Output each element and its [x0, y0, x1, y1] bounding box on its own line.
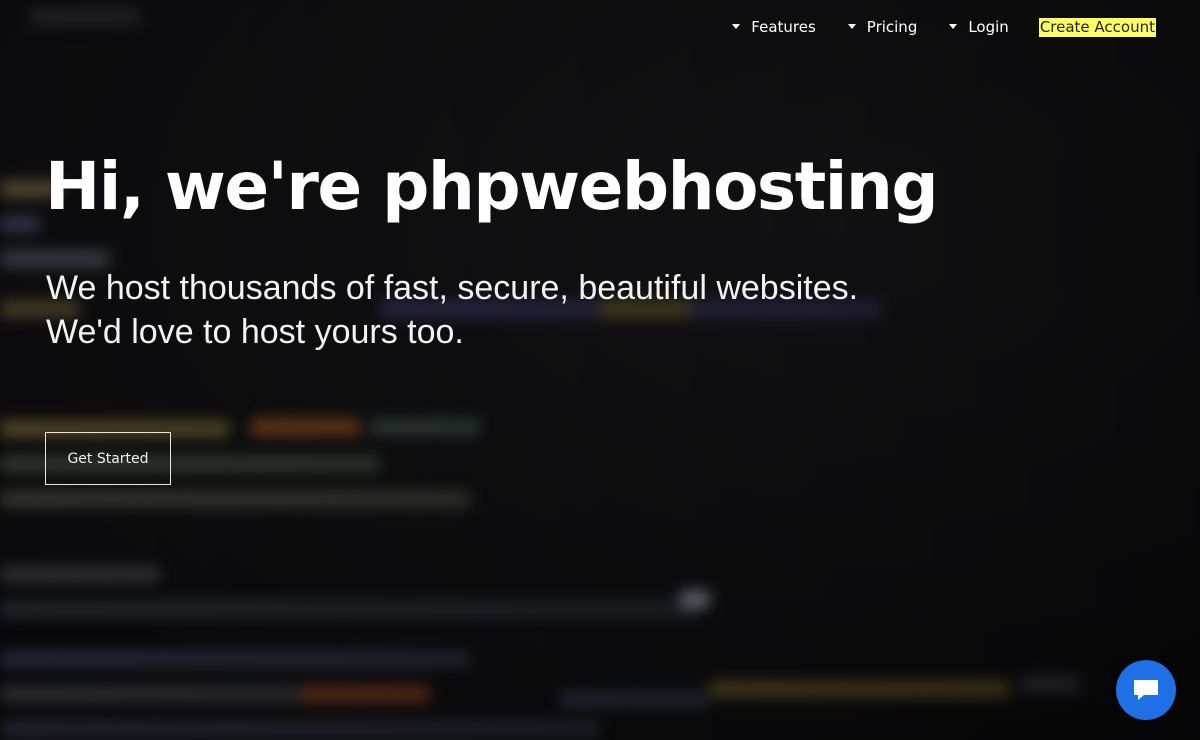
hero-subtitle-line-1: We host thousands of fast, secure, beaut… [46, 269, 859, 307]
page-title: Hi, we're phpwebhosting [45, 148, 939, 225]
chat-bubble-icon [1134, 680, 1158, 700]
chat-button[interactable] [1116, 660, 1176, 720]
nav-item-label: Features [751, 18, 816, 36]
nav-item-label: Login [968, 18, 1009, 36]
hero-section: Features Pricing Login Create Account Hi… [0, 0, 1200, 740]
hero-subtitle: We host thousands of fast, secure, beaut… [46, 266, 858, 354]
background-overlay [0, 0, 1200, 740]
caret-down-icon [847, 23, 856, 29]
caret-down-icon [732, 23, 741, 29]
caret-down-icon [949, 23, 958, 29]
top-navigation: Features Pricing Login Create Account [700, 16, 1156, 38]
get-started-button[interactable]: Get Started [45, 432, 171, 485]
nav-item-pricing[interactable]: Pricing [847, 16, 918, 38]
nav-item-login[interactable]: Login [949, 16, 1009, 38]
hero-subtitle-line-2: We'd love to host yours too. [46, 313, 464, 351]
create-account-link[interactable]: Create Account [1038, 17, 1156, 37]
nav-item-label: Pricing [866, 18, 918, 36]
nav-item-features[interactable]: Features [732, 16, 816, 38]
